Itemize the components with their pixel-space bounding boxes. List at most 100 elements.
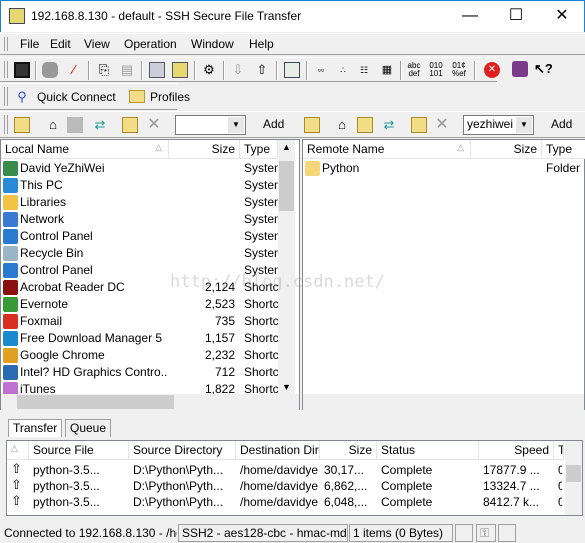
tab-queue[interactable]: Queue — [65, 419, 112, 437]
profiles-button[interactable]: Profiles — [150, 90, 190, 104]
details-view-icon[interactable]: ▦ — [379, 62, 395, 78]
close-button[interactable]: ✕ — [539, 1, 585, 31]
remote-horizontal-scrollbar[interactable] — [303, 394, 584, 410]
menu-window[interactable]: Window — [191, 37, 234, 51]
list-item[interactable]: David YeZhiWei System — [1, 160, 278, 177]
remote-up-folder-icon[interactable] — [304, 117, 320, 133]
remote-path-combo[interactable]: yezhiwei ▼ — [463, 115, 534, 135]
column-time[interactable]: Time — [554, 441, 564, 460]
tab-transfer[interactable]: Transfer — [8, 419, 63, 437]
scroll-thumb[interactable] — [279, 161, 294, 211]
quick-connect-button[interactable]: Quick Connect — [37, 90, 116, 104]
list-view-icon[interactable]: ☷ — [356, 62, 372, 78]
remote-add-button[interactable]: Add — [551, 117, 572, 131]
item-type: System — [244, 246, 278, 260]
local-up-folder-icon[interactable] — [14, 117, 30, 133]
local-path-combo[interactable]: ▼ — [175, 115, 246, 135]
remote-home-icon[interactable]: ⌂ — [334, 117, 350, 133]
remote-new-folder-icon[interactable] — [411, 117, 427, 133]
column-size[interactable]: Size — [320, 441, 377, 460]
remote-parent-folder-icon[interactable] — [357, 117, 373, 133]
remote-delete-icon[interactable]: ✕ — [434, 117, 450, 133]
local-home-icon[interactable]: ⌂ — [45, 117, 61, 133]
menu-operation[interactable]: Operation — [124, 37, 177, 51]
disconnect-icon[interactable]: ⁄ — [66, 62, 82, 78]
local-new-folder-icon[interactable] — [122, 117, 138, 133]
context-help-icon[interactable]: ↖? — [534, 61, 553, 77]
list-item[interactable]: Intel? HD Graphics Contro... 712 Shortcut — [1, 364, 278, 381]
transfer-vertical-scrollbar[interactable] — [565, 441, 582, 515]
maximize-button[interactable]: ☐ — [493, 1, 539, 31]
transfer-row[interactable]: ⇧ python-3.5... D:\Python\Pyth... /home/dav… — [7, 461, 562, 478]
large-icons-icon[interactable]: ▫▫ — [313, 62, 329, 78]
minimize-button[interactable]: — — [447, 1, 493, 31]
small-icons-icon[interactable]: ∴ — [335, 62, 351, 78]
stop-icon[interactable]: ✕ — [484, 62, 500, 78]
scroll-up-icon[interactable]: ▲ — [278, 142, 295, 152]
list-item[interactable]: Free Download Manager 5 1,157 Shortcut — [1, 330, 278, 347]
toggle-pane-icon[interactable] — [284, 62, 300, 78]
separator — [474, 61, 476, 80]
copy-icon[interactable]: ⎘ — [96, 62, 112, 78]
quick-connect-icon[interactable]: ⚲ — [14, 89, 30, 105]
transfer-status: Complete — [381, 495, 433, 509]
new-file-transfer-icon[interactable] — [172, 62, 188, 78]
download-icon[interactable]: ⇩ — [230, 62, 246, 78]
ascii-mode-icon[interactable]: abc def — [406, 62, 422, 78]
binary-mode-icon[interactable]: 010 101 — [428, 62, 444, 78]
column-status[interactable]: Status — [377, 441, 479, 460]
list-item[interactable]: Foxmail 735 Shortcut — [1, 313, 278, 330]
profiles-folder-icon[interactable] — [129, 90, 145, 103]
transfer-file: python-3.5... — [33, 495, 100, 509]
list-item[interactable]: Evernote 2,523 Shortcut — [1, 296, 278, 313]
settings-icon[interactable]: ⚙ — [201, 62, 217, 78]
local-vertical-scrollbar[interactable]: ▲ ▼ — [278, 140, 295, 394]
transfer-row[interactable]: ⇧ python-3.5... D:\Python\Pyth... /home/dav… — [7, 477, 562, 494]
scroll-thumb[interactable] — [566, 465, 581, 482]
menu-view[interactable]: View — [84, 37, 110, 51]
navigation-bar: ⌂ ⇄ ✕ ▼ Add ⌂ ⇄ ✕ yezhiwei ▼ Add — [0, 111, 585, 138]
local-refresh-icon[interactable]: ⇄ — [92, 117, 108, 133]
list-item[interactable]: Control Panel System — [1, 228, 278, 245]
local-delete-icon[interactable]: ✕ — [146, 117, 162, 133]
upload-icon[interactable]: ⇧ — [254, 62, 270, 78]
help-book-icon[interactable] — [512, 61, 528, 77]
chevron-down-icon[interactable]: ▼ — [516, 117, 532, 133]
column-destination-dir-[interactable]: Destination Dir... — [236, 441, 320, 460]
chevron-down-icon[interactable]: ▼ — [228, 117, 244, 133]
local-horizontal-scrollbar[interactable] — [1, 394, 299, 410]
sort-icon[interactable]: △ — [7, 441, 29, 460]
scroll-down-icon[interactable]: ▼ — [278, 382, 295, 392]
column-remote-size[interactable]: Size — [471, 140, 542, 159]
list-item[interactable]: This PC System — [1, 177, 278, 194]
menu-help[interactable]: Help — [249, 37, 274, 51]
column-source-directory[interactable]: Source Directory — [129, 441, 236, 460]
separator — [306, 61, 308, 80]
list-item[interactable]: Network System — [1, 211, 278, 228]
connect-icon[interactable] — [42, 62, 58, 78]
list-item[interactable]: Libraries System — [1, 194, 278, 211]
paste-icon[interactable]: ▤ — [119, 62, 135, 78]
new-terminal-icon[interactable] — [149, 62, 165, 78]
auto-mode-icon[interactable]: 01¢ %ef — [451, 62, 467, 78]
transfer-row[interactable]: ⇧ python-3.5... D:\Python\Pyth... /home/dav… — [7, 493, 562, 510]
list-item[interactable]: Google Chrome 2,232 Shortcut — [1, 347, 278, 364]
local-add-button[interactable]: Add — [263, 117, 284, 131]
list-item[interactable]: Python Folder — [303, 160, 580, 177]
menu-edit[interactable]: Edit — [50, 37, 71, 51]
column-remote-name[interactable]: Remote Name △ — [303, 140, 471, 159]
list-item[interactable]: Recycle Bin System — [1, 245, 278, 262]
column-local-type[interactable]: Type — [240, 140, 278, 159]
column-remote-type[interactable]: Type — [542, 140, 585, 159]
column-local-name[interactable]: Local Name △ — [1, 140, 169, 159]
column-source-file[interactable]: Source File — [29, 441, 129, 460]
save-icon[interactable] — [14, 62, 30, 78]
menu-file[interactable]: File — [20, 37, 39, 51]
separator — [276, 61, 278, 80]
item-type: Shortcut — [244, 314, 278, 328]
remote-refresh-icon[interactable]: ⇄ — [381, 117, 397, 133]
column-local-size[interactable]: Size — [169, 140, 240, 159]
column-speed[interactable]: Speed — [479, 441, 554, 460]
scroll-thumb[interactable] — [17, 395, 174, 409]
local-new-folder-disabled-icon[interactable] — [67, 117, 83, 133]
